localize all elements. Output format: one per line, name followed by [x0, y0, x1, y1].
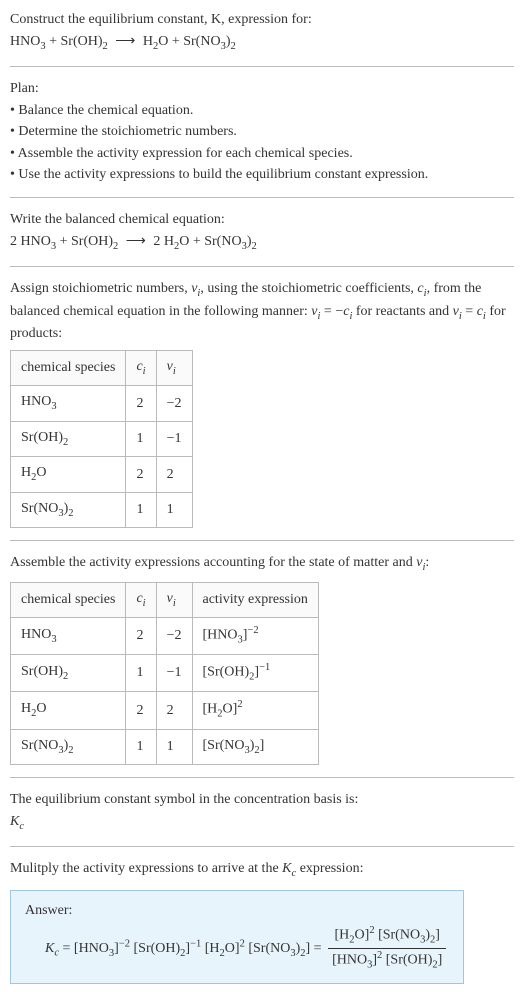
plan-bullet-4: • Use the activity expressions to build …: [10, 165, 514, 185]
divider: [10, 66, 514, 67]
plan-title: Plan:: [10, 79, 514, 99]
table-row: Sr(NO3)2 1 1: [11, 492, 193, 527]
table-row: Sr(OH)2 1 −1 [Sr(OH)2]−1: [11, 655, 319, 692]
plan-bullet-3: • Assemble the activity expression for e…: [10, 144, 514, 164]
species-h2o: H2O: [143, 34, 169, 49]
species-sroh2: Sr(OH)2: [61, 34, 108, 49]
col-ci: ci: [126, 350, 156, 385]
intro-line1: Construct the equilibrium constant, K, e…: [10, 10, 514, 30]
stoich-table: chemical species ci νi HNO3 2 −2 Sr(OH)2…: [10, 350, 193, 528]
balanced-equation: 2 HNO3 + Sr(OH)2 ⟶ 2 H2O + Sr(NO3)2: [10, 232, 514, 254]
table-header-row: chemical species ci νi: [11, 350, 193, 385]
assemble-text: Assemble the activity expressions accoun…: [10, 553, 514, 575]
arrow-icon: ⟶: [126, 234, 146, 249]
answer-box: Answer: Kc = [HNO3]−2 [Sr(OH)2]−1 [H2O]2…: [10, 890, 464, 985]
table-row: HNO3 2 −2 [HNO3]−2: [11, 618, 319, 655]
assign-text: Assign stoichiometric numbers, νi, using…: [10, 279, 514, 344]
col-ci: ci: [126, 582, 156, 617]
plan-bullet-2: • Determine the stoichiometric numbers.: [10, 122, 514, 142]
activity-table: chemical species ci νi activity expressi…: [10, 582, 319, 765]
col-nui: νi: [156, 582, 192, 617]
answer-equation: Kc = [HNO3]−2 [Sr(OH)2]−1 [H2O]2 [Sr(NO3…: [45, 924, 449, 973]
col-species: chemical species: [11, 582, 126, 617]
species-hno3: HNO3: [10, 34, 46, 49]
arrow-icon: ⟶: [115, 34, 135, 49]
table-row: H2O 2 2 [H2O]2: [11, 692, 319, 729]
col-nui: νi: [156, 350, 192, 385]
divider: [10, 846, 514, 847]
table-row: Sr(NO3)2 1 1 [Sr(NO3)2]: [11, 729, 319, 764]
plan-bullet-1: • Balance the chemical equation.: [10, 101, 514, 121]
answer-label: Answer:: [25, 901, 449, 921]
table-row: Sr(OH)2 1 −1: [11, 421, 193, 456]
divider: [10, 777, 514, 778]
fraction: [H2O]2 [Sr(NO3)2] [HNO3]2 [Sr(OH)2]: [328, 924, 446, 973]
intro-equation: HNO3 + Sr(OH)2 ⟶ H2O + Sr(NO3)2: [10, 32, 514, 54]
kc-symbol: Kc: [10, 812, 514, 834]
col-activity: activity expression: [192, 582, 318, 617]
species-srno32: Sr(NO3)2: [183, 34, 236, 49]
divider: [10, 540, 514, 541]
table-row: HNO3 2 −2: [11, 386, 193, 421]
table-header-row: chemical species ci νi activity expressi…: [11, 582, 319, 617]
symbol-text: The equilibrium constant symbol in the c…: [10, 790, 514, 810]
balanced-title: Write the balanced chemical equation:: [10, 210, 514, 230]
col-species: chemical species: [11, 350, 126, 385]
multiply-text: Mulitply the activity expressions to arr…: [10, 859, 514, 881]
table-row: H2O 2 2: [11, 457, 193, 492]
divider: [10, 266, 514, 267]
divider: [10, 197, 514, 198]
intro-text: Construct the equilibrium constant, K, e…: [10, 12, 312, 27]
